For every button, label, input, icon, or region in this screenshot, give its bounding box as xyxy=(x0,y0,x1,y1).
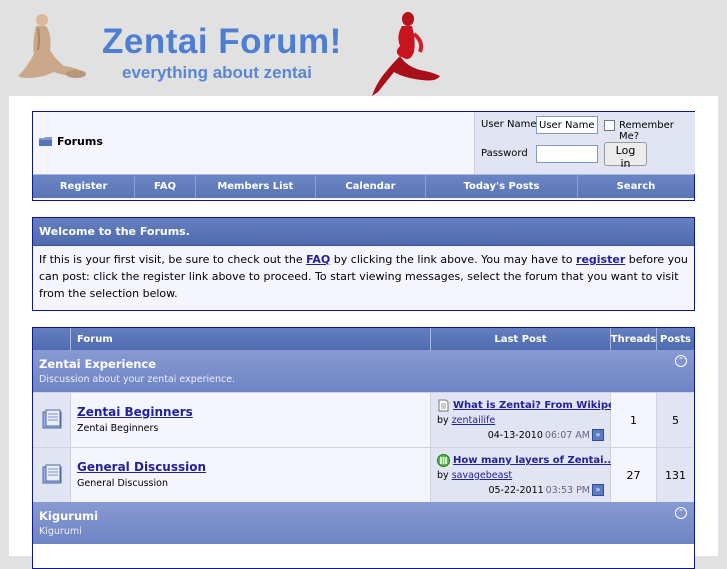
header-icon-column xyxy=(33,328,71,350)
nav-links-bar: Register FAQ Members List Calendar Today… xyxy=(33,174,694,198)
last-post-time-value: 06:07 AM xyxy=(544,429,590,441)
document-icon xyxy=(438,399,449,412)
nav-register-link[interactable]: Register xyxy=(33,175,136,198)
nav-todays-posts-link[interactable]: Today's Posts xyxy=(426,175,578,198)
nav-calendar-link[interactable]: Calendar xyxy=(316,175,427,198)
welcome-text: If this is your first visit, be sure to … xyxy=(33,246,694,307)
forum-old-posts-icon xyxy=(42,464,61,484)
posts-count: 131 xyxy=(657,448,694,502)
last-post-date: 05-22-2011 03:53 PM » xyxy=(488,484,604,496)
category-title-link[interactable]: Kigurumi xyxy=(39,509,98,523)
last-post-cell: What is Zentai? From Wikipedia by zentai… xyxy=(431,393,632,447)
category-description: Discussion about your zentai experience. xyxy=(39,374,236,385)
header-forum: Forum xyxy=(71,328,431,350)
forum-row: Zentai Beginners Zentai Beginners What i… xyxy=(33,392,694,447)
header-threads: Threads xyxy=(611,328,657,350)
go-to-last-post-icon[interactable]: » xyxy=(592,484,604,496)
folder-icon xyxy=(39,137,52,146)
forum-info-cell: Zentai Beginners Zentai Beginners xyxy=(71,393,431,447)
forum-description: General Discussion xyxy=(77,478,168,489)
collapse-icon[interactable]: ⌃ xyxy=(675,507,687,519)
forum-status-cell xyxy=(33,448,71,502)
welcome-faq-link[interactable]: FAQ xyxy=(306,253,330,266)
last-post-cell: How many layers of Zentai... by savagebe… xyxy=(431,448,615,502)
header-posts: Posts xyxy=(660,333,691,345)
threads-count: 27 xyxy=(611,448,657,502)
forum-name-link[interactable]: General Discussion xyxy=(77,460,206,474)
posts-count: 5 xyxy=(657,393,694,447)
remember-me-label: Remember Me? xyxy=(619,120,674,142)
welcome-title: Welcome to the Forums. xyxy=(33,218,694,246)
nav-members-list-link[interactable]: Members List xyxy=(196,175,316,198)
forum-description: Zentai Beginners xyxy=(77,423,159,434)
breadcrumb: Forums xyxy=(39,135,103,148)
go-to-last-post-icon[interactable]: » xyxy=(592,429,604,441)
forum-info-cell: General Discussion General Discussion xyxy=(71,448,431,502)
nav-faq-link[interactable]: FAQ xyxy=(135,175,196,198)
last-post-date-value: 04-13-2010 xyxy=(487,429,543,441)
welcome-box: Welcome to the Forums. If this is your f… xyxy=(32,217,695,311)
category-row: Zentai Experience Discussion about your … xyxy=(33,350,694,392)
forum-status-cell xyxy=(33,393,71,447)
forum-row: General Discussion General Discussion Ho… xyxy=(33,447,694,502)
mannequin-figure-image xyxy=(18,14,86,78)
welcome-text-part: If this is your first visit, be sure to … xyxy=(39,253,307,266)
page-container: Forums User Name Remember Me? Password L… xyxy=(9,96,718,569)
category-row: Kigurumi Kigurumi ⌃ xyxy=(33,502,694,544)
by-label: by xyxy=(437,415,449,426)
category-title-link[interactable]: Zentai Experience xyxy=(39,357,156,371)
last-post-user-link[interactable]: savagebeast xyxy=(452,470,512,481)
forum-old-posts-icon xyxy=(42,409,61,429)
username-input[interactable] xyxy=(536,116,598,134)
navbar: Forums User Name Remember Me? Password L… xyxy=(32,111,695,201)
smiley-icon xyxy=(437,454,450,467)
site-subtitle: everything about zentai xyxy=(122,63,312,82)
nav-search-link[interactable]: Search xyxy=(578,175,694,198)
breadcrumb-forums-link[interactable]: Forums xyxy=(57,135,103,148)
welcome-text-part: by clicking the link above. You may have… xyxy=(330,253,577,266)
last-post-date: 04-13-2010 06:07 AM » xyxy=(488,429,604,441)
collapse-icon[interactable]: ⌃ xyxy=(675,355,687,367)
last-post-by: by savagebeast xyxy=(437,470,512,481)
last-post-title-link[interactable]: What is Zentai? From Wikipedia xyxy=(453,400,632,411)
last-post-date-value: 05-22-2011 xyxy=(488,484,544,496)
forum-table-header: Forum Last Post Threads Posts xyxy=(33,328,694,350)
password-input[interactable] xyxy=(536,145,598,163)
welcome-register-link[interactable]: register xyxy=(576,253,625,266)
forum-name-link[interactable]: Zentai Beginners xyxy=(77,405,193,419)
last-post-time-value: 03:53 PM xyxy=(545,484,590,496)
login-button[interactable]: Log in xyxy=(604,142,647,170)
remember-me-checkbox[interactable] xyxy=(604,120,615,131)
password-label: Password xyxy=(481,148,528,159)
username-label: User Name xyxy=(481,119,537,130)
last-post-user-link[interactable]: zentailife xyxy=(452,415,496,426)
by-label: by xyxy=(437,470,449,481)
category-description: Kigurumi xyxy=(39,526,82,537)
site-header: Zentai Forum! everything about zentai xyxy=(0,0,727,96)
forum-table: Forum Last Post Threads Posts Zentai Exp… xyxy=(32,327,695,569)
red-zentai-figure-image xyxy=(372,12,440,96)
site-title: Zentai Forum! xyxy=(102,22,342,61)
last-post-title-link[interactable]: How many layers of Zentai... xyxy=(453,455,615,466)
last-post-by: by zentailife xyxy=(437,415,495,426)
login-panel: User Name Remember Me? Password Log in xyxy=(474,112,695,174)
header-last-post: Last Post xyxy=(431,328,611,350)
threads-count: 1 xyxy=(611,393,657,447)
